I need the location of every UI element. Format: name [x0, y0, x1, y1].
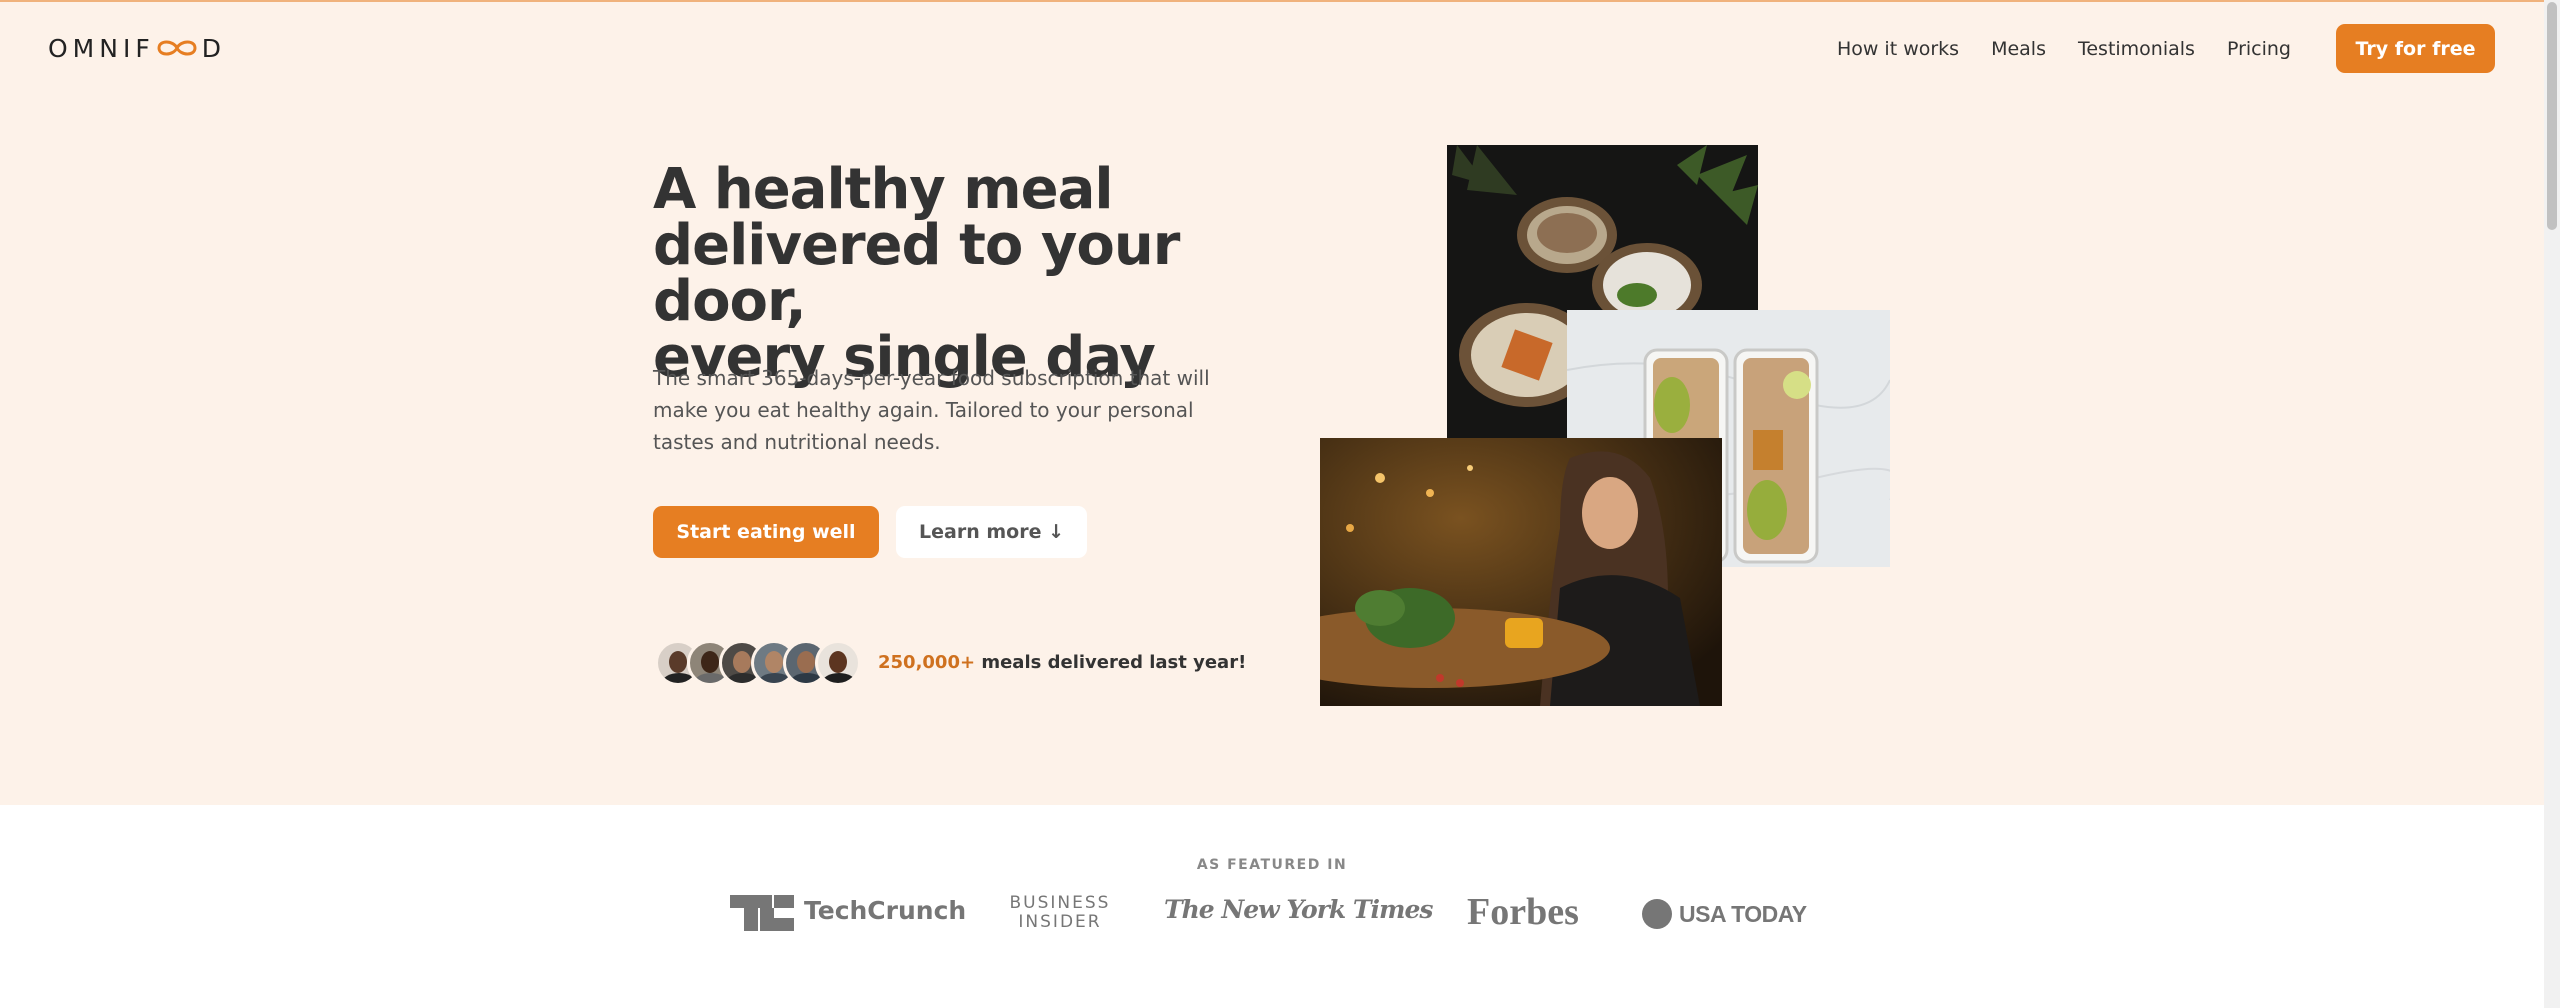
meals-delivered-label: meals delivered last year! — [975, 652, 1247, 673]
featured-in-section: AS FEATURED IN TechCrunch BUSINESS INSID… — [0, 805, 2544, 1008]
avatar — [815, 640, 861, 686]
top-accent-line — [0, 0, 2544, 2]
nav-pricing[interactable]: Pricing — [2227, 38, 2291, 60]
nav-how-it-works[interactable]: How it works — [1837, 38, 1959, 60]
forbes-logo: Forbes — [1467, 888, 1583, 938]
meals-count: 250,000+ — [878, 652, 976, 673]
woman-eating-photo — [1320, 438, 1722, 706]
hero-description: The smart 365-days-per-year food subscri… — [653, 366, 1210, 454]
main-nav: How it works Meals Testimonials Pricing — [1837, 0, 2291, 97]
meals-delivered-text: 250,000+ meals delivered last year! — [878, 650, 1246, 676]
hero-title: A healthy meal delivered to your door, e… — [653, 162, 1273, 386]
usa-today-wordmark: USA TODAY — [1679, 901, 1807, 927]
infinity-icon — [157, 40, 197, 56]
logo-text-prefix: OMNIF — [48, 33, 155, 63]
nav-testimonials[interactable]: Testimonials — [2078, 38, 2195, 60]
featured-title: AS FEATURED IN — [1196, 857, 1348, 873]
omnifood-logo[interactable]: OMNIF D — [48, 33, 226, 63]
site-header: OMNIF D How it works Meals Testimonials … — [0, 0, 2544, 97]
try-for-free-button[interactable]: Try for free — [2336, 24, 2495, 73]
usa-today-logo: USA TODAY — [1641, 888, 1811, 938]
business-insider-line-1: BUSINESS — [1009, 893, 1111, 913]
new-york-times-wordmark: The New York Times — [1164, 895, 1433, 924]
start-eating-well-button[interactable]: Start eating well — [653, 506, 879, 558]
hero-section: OMNIF D How it works Meals Testimonials … — [0, 0, 2544, 805]
learn-more-button[interactable]: Learn more ↓ — [896, 506, 1087, 558]
customer-avatars — [655, 640, 861, 686]
business-insider-line-2: INSIDER — [1018, 912, 1102, 932]
techcrunch-wordmark: TechCrunch — [804, 896, 967, 925]
nav-meals[interactable]: Meals — [1991, 38, 2046, 60]
scrollbar-thumb[interactable] — [2547, 2, 2557, 230]
forbes-wordmark: Forbes — [1467, 891, 1579, 933]
hero-title-line-1: A healthy meal — [653, 157, 1114, 222]
business-insider-logo: BUSINESS INSIDER — [1008, 888, 1112, 938]
new-york-times-logo: The New York Times — [1164, 888, 1433, 938]
techcrunch-logo: TechCrunch — [730, 888, 966, 938]
page: OMNIF D How it works Meals Testimonials … — [0, 0, 2560, 1008]
hero-title-line-2: delivered to your door, — [653, 213, 1180, 334]
logo-text-suffix: D — [201, 33, 226, 63]
usa-today-circle-icon — [1642, 899, 1672, 929]
